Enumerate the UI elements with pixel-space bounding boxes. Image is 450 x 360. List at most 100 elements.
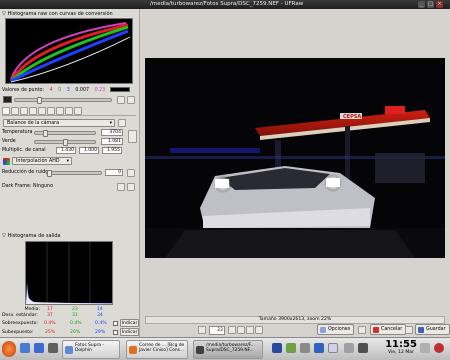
clipboard-icon[interactable]: [300, 343, 310, 353]
zoom-field[interactable]: 22: [209, 326, 225, 335]
tab-correction[interactable]: [47, 107, 55, 115]
delete-button[interactable]: [358, 326, 366, 334]
temperatura-label: Temperatura: [2, 130, 33, 135]
screens-icon[interactable]: [420, 343, 430, 353]
minimize-icon[interactable]: _: [418, 1, 425, 8]
point-value-red: 4: [49, 88, 53, 93]
window-titlebar: /media/turbowarez/Fotos Supra/DSC_7259.N…: [0, 0, 450, 9]
stats-sobre-label: Sobreexpuesto:: [2, 321, 38, 326]
tab-grayscale[interactable]: [11, 107, 19, 115]
white-balance-combo[interactable]: Balance de la cámara ▾: [3, 119, 115, 127]
tab-color-management[interactable]: [38, 107, 46, 115]
zoom-page-button[interactable]: [255, 326, 263, 334]
clock-time: 11:55: [385, 339, 417, 350]
clear-darkframe-button[interactable]: [127, 183, 135, 191]
reset-exposure-button[interactable]: [127, 96, 135, 104]
reset-white-balance-button[interactable]: [118, 119, 126, 127]
tab-exif[interactable]: [74, 107, 82, 115]
options-button[interactable]: Opciones: [317, 324, 355, 335]
spot-white-balance-button[interactable]: [128, 130, 137, 143]
point-values-label: Valores de punto:: [2, 88, 45, 93]
tab-save[interactable]: [65, 107, 73, 115]
volume-icon[interactable]: [358, 343, 368, 353]
noise-reduction-slider[interactable]: [46, 170, 102, 177]
open-darkframe-button[interactable]: [117, 183, 125, 191]
multiplier-blue-field[interactable]: 1.955: [102, 147, 122, 154]
task-dolphin[interactable]: Fotos Supra - Dolphin: [62, 340, 120, 359]
tab-strip: [2, 106, 136, 116]
indicate-underexposed-checkbox[interactable]: [113, 330, 118, 335]
tab-lens[interactable]: [20, 107, 28, 115]
auto-exposure-button[interactable]: [117, 96, 125, 104]
cancel-label: Cancelar: [381, 327, 403, 332]
file-manager-icon[interactable]: [34, 343, 44, 353]
verde-slider[interactable]: [34, 139, 96, 146]
zoom-out-button[interactable]: [198, 326, 206, 334]
sub-green: 20%: [70, 330, 81, 335]
multiplier-red-field[interactable]: 1.430: [56, 147, 76, 154]
options-icon: [320, 327, 326, 333]
media-green: 23: [72, 307, 78, 312]
darkframe-value: Ninguno: [33, 184, 54, 189]
sub-blue: 29%: [95, 330, 106, 335]
clock[interactable]: 11:55 Vie, 12 Mar: [384, 339, 418, 355]
tab-crop[interactable]: [56, 107, 64, 115]
desktop-icon[interactable]: [20, 343, 30, 353]
verde-handle[interactable]: [63, 139, 68, 146]
point-value-green: 0: [58, 88, 62, 93]
image-preview[interactable]: CEPSA: [145, 58, 445, 258]
interpolation-value: Interpolación AHD: [16, 159, 60, 164]
shutdown-icon[interactable]: [434, 343, 444, 353]
reset-noise-button[interactable]: [127, 169, 135, 177]
indicate-underexposed-button[interactable]: Indicar: [120, 328, 139, 336]
media-blue: 14: [97, 307, 103, 312]
verde-field[interactable]: 1.081: [101, 138, 123, 145]
output-histogram-title: Histograma de salida: [7, 233, 61, 239]
raw-histogram-header[interactable]: ▽ Histograma raw con curvas de conversió…: [2, 11, 113, 17]
multiplier-green-field[interactable]: 1.000: [79, 147, 99, 154]
zoom-in-button[interactable]: [228, 326, 236, 334]
desv-red: 37: [47, 313, 53, 318]
indicate-overexposed-checkbox[interactable]: [113, 321, 118, 326]
temperatura-handle[interactable]: [43, 130, 48, 137]
battery-icon[interactable]: [344, 343, 354, 353]
updates-icon[interactable]: [286, 343, 296, 353]
output-histogram-header[interactable]: ▽ Histograma de salida: [2, 233, 61, 239]
zoom-100-button[interactable]: [246, 326, 254, 334]
window-title: /media/turbowarez/Fotos Supra/DSC_7259.N…: [150, 1, 304, 7]
save-button[interactable]: Guardar: [415, 324, 450, 335]
zoom-fit-button[interactable]: [237, 326, 245, 334]
cancel-button[interactable]: Cancelar: [370, 324, 407, 335]
tab-white-balance[interactable]: [2, 107, 10, 115]
exposure-slider-handle[interactable]: [37, 97, 42, 104]
bluetooth-icon[interactable]: [314, 343, 324, 353]
sobre-blue: 0.4%: [95, 321, 107, 326]
start-menu-icon[interactable]: [2, 341, 16, 357]
darkframe-row: Dark Frame: Ninguno: [2, 184, 53, 189]
media-red: 17: [47, 307, 53, 312]
maximize-icon[interactable]: □: [427, 1, 434, 8]
mail-icon[interactable]: [328, 343, 338, 353]
indicate-overexposed-button[interactable]: Indicar: [120, 319, 139, 327]
output-histogram: [25, 241, 113, 305]
terminal-icon[interactable]: [48, 343, 58, 353]
task-mail[interactable]: Correo de ... [Bcg de Javier Ciniso] Con…: [126, 340, 188, 359]
temperatura-field[interactable]: 3704: [101, 129, 123, 136]
temperatura-slider[interactable]: [34, 130, 96, 137]
cancel-icon: [373, 327, 379, 333]
tab-base-curve[interactable]: [29, 107, 37, 115]
noise-reduction-handle[interactable]: [47, 170, 52, 177]
close-icon[interactable]: ×: [436, 1, 443, 8]
ruido-label: Reducción de ruido: [2, 170, 49, 175]
stats-desv-label: Desv. estándar:: [2, 313, 38, 318]
task-ufraw[interactable]: /media/turbowarez/F... Supra/DSC_7259.NF…: [193, 340, 263, 359]
noise-reduction-field[interactable]: 0: [105, 169, 123, 176]
interpolation-combo[interactable]: Interpolación AHD ▾: [12, 157, 72, 165]
point-value-blue: 3: [66, 88, 70, 93]
save-as-button[interactable]: [405, 326, 413, 334]
verde-label: Verde: [2, 139, 16, 144]
network-icon[interactable]: [272, 343, 282, 353]
stats-sub-label: Subexpuesto:: [2, 330, 34, 335]
exposure-slider[interactable]: [14, 97, 112, 104]
sobre-green: 0.4%: [70, 321, 82, 326]
